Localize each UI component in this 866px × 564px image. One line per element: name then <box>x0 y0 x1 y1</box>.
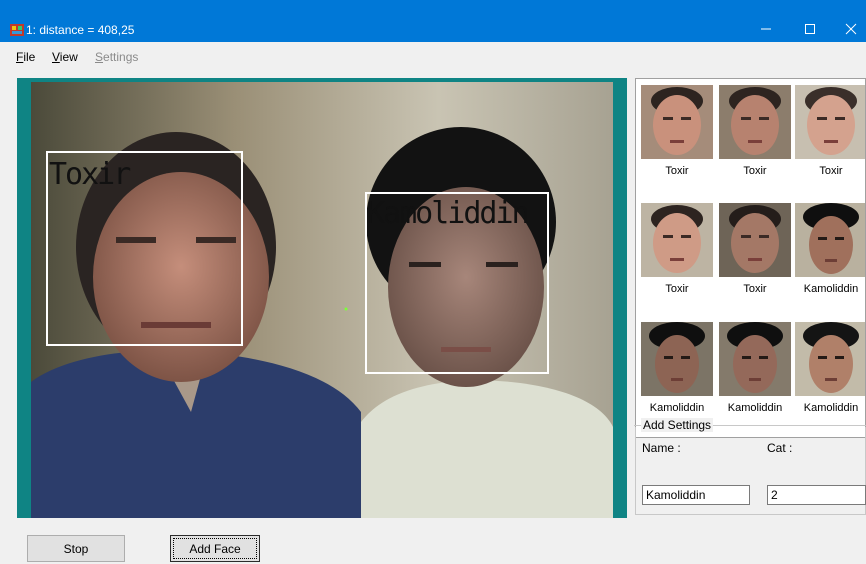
face-gallery[interactable]: Toxir Toxir Toxir Toxir Toxir Kamoliddin… <box>635 78 866 438</box>
gallery-item[interactable]: Kamoliddin <box>792 203 865 295</box>
gallery-item-label: Kamoliddin <box>803 402 859 414</box>
gallery-item[interactable]: Toxir <box>638 203 716 295</box>
face-label-toxir: Toxir <box>49 157 131 192</box>
face-thumbnail <box>795 322 865 396</box>
add-settings-legend: Add Settings <box>641 418 714 432</box>
face-label-kamoliddin: Kamoliddin <box>367 196 530 231</box>
menu-bar: File View Settings <box>0 46 866 68</box>
gallery-item[interactable]: Kamoliddin <box>716 322 794 414</box>
stop-button[interactable]: Stop <box>27 535 125 562</box>
gallery-item-label: Toxir <box>819 165 843 177</box>
gallery-item-label: Toxir <box>743 283 767 295</box>
gallery-item-label: Kamoliddin <box>727 402 783 414</box>
menu-settings-accel: S <box>95 50 104 64</box>
face-thumbnail <box>719 85 791 159</box>
app-icon <box>10 24 24 36</box>
gallery-item[interactable]: Kamoliddin <box>638 322 716 414</box>
menu-view-accel: V <box>52 50 60 64</box>
menu-settings-label: ettings <box>103 50 139 64</box>
gallery-item[interactable]: Toxir <box>716 85 794 177</box>
gallery-item-label: Toxir <box>743 165 767 177</box>
gallery-item[interactable]: Toxir <box>716 203 794 295</box>
gallery-item[interactable]: Kamoliddin <box>792 322 865 414</box>
face-thumbnail <box>719 322 791 396</box>
menu-view[interactable]: View <box>52 50 78 64</box>
title-bar: 1: distance = 408,25 <box>0 0 866 42</box>
face-thumbnail <box>641 203 713 277</box>
cat-label: Cat : <box>767 441 793 455</box>
close-icon <box>845 23 857 35</box>
window-title: 1: distance = 408,25 <box>26 23 135 37</box>
name-label: Name : <box>642 441 681 455</box>
menu-file[interactable]: File <box>16 50 35 64</box>
face-thumbnail <box>795 203 865 277</box>
gallery-item[interactable]: Toxir <box>792 85 865 177</box>
maximize-button[interactable] <box>790 18 830 40</box>
maximize-icon <box>805 24 815 34</box>
face-thumbnail <box>641 322 713 396</box>
camera-view: Toxir Kamoliddin <box>17 78 627 518</box>
minimize-button[interactable] <box>746 18 786 40</box>
add-face-button[interactable]: Add Face <box>170 535 260 562</box>
gallery-item-label: Toxir <box>665 283 689 295</box>
menu-file-label: ile <box>23 50 36 64</box>
gallery-item[interactable]: Toxir <box>638 85 716 177</box>
cat-field[interactable] <box>767 485 866 505</box>
menu-view-label: iew <box>59 50 78 64</box>
close-button[interactable] <box>836 18 866 40</box>
gallery-item-label: Toxir <box>665 165 689 177</box>
face-thumbnail <box>719 203 791 277</box>
minimize-icon <box>761 28 771 30</box>
face-thumbnail <box>641 85 713 159</box>
name-field[interactable] <box>642 485 750 505</box>
gallery-item-label: Kamoliddin <box>803 283 859 295</box>
gallery-item-label: Kamoliddin <box>649 402 705 414</box>
menu-settings[interactable]: Settings <box>95 50 138 64</box>
face-thumbnail <box>795 85 865 159</box>
